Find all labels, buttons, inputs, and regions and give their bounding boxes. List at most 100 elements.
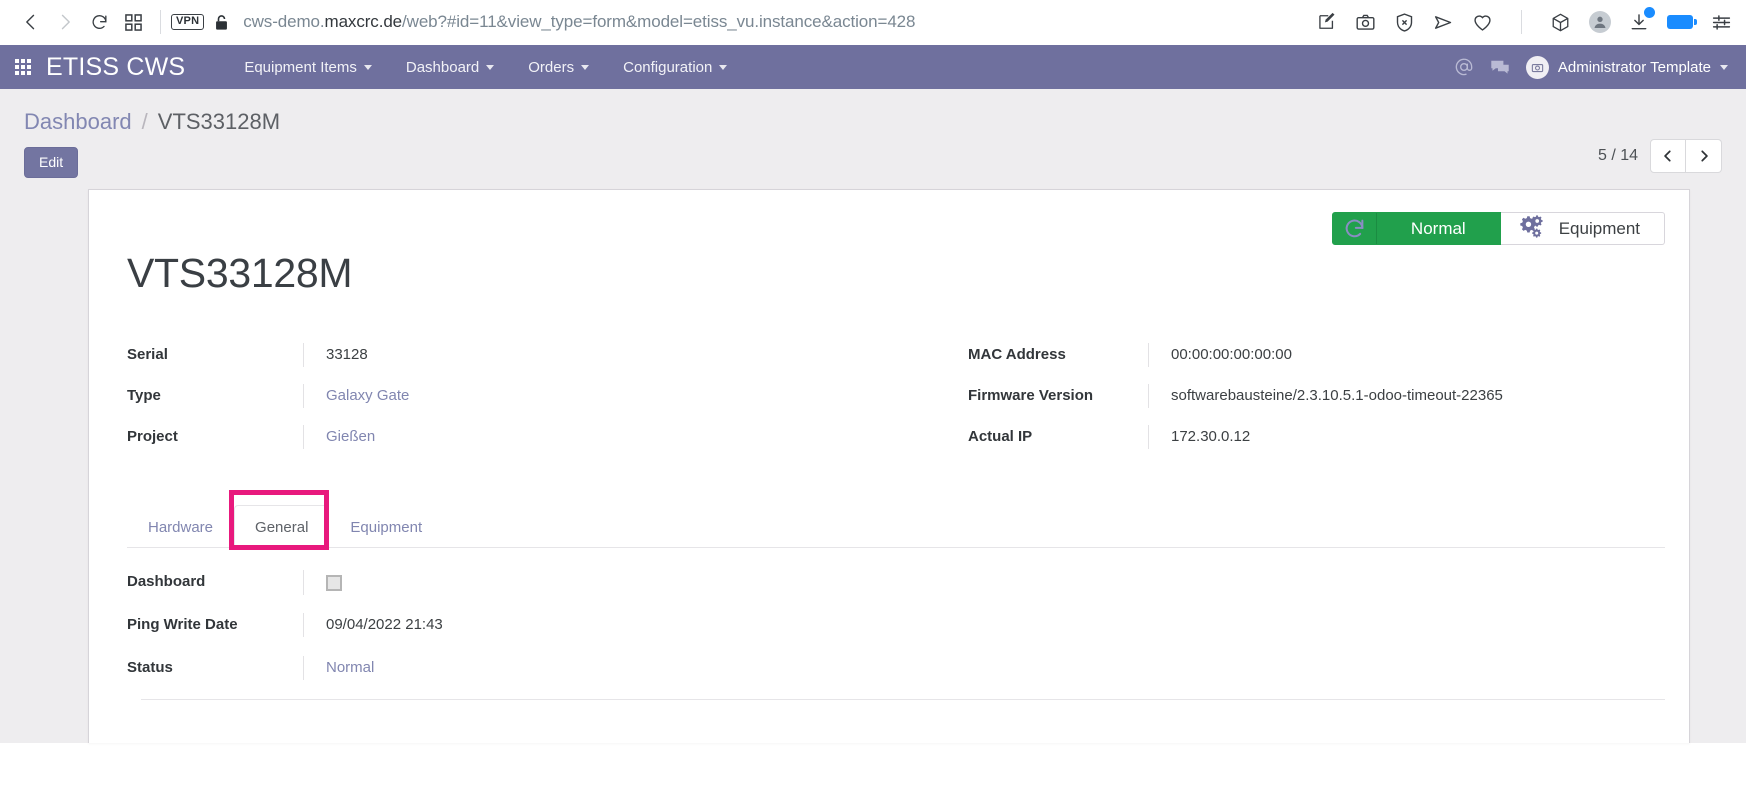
app-brand-title[interactable]: ETISS CWS — [46, 53, 185, 82]
field-label: Serial — [127, 346, 168, 363]
tab-grid-icon[interactable] — [116, 5, 150, 39]
vpn-badge[interactable]: VPN — [171, 14, 205, 30]
notebook-tabs: Hardware General Equipment — [127, 490, 1665, 550]
menu-label: Dashboard — [405, 58, 480, 76]
edit-pin-icon[interactable] — [1317, 12, 1337, 32]
panel-bottom-divider — [141, 699, 1665, 700]
form-sheet-area: Normal Equipment VTS33128M Serial 33128 … — [0, 189, 1746, 743]
record-title: VTS33128M — [127, 250, 353, 296]
field-row-status: Status Normal — [127, 656, 1665, 681]
menu-item-configuration[interactable]: Configuration — [606, 45, 744, 89]
menu-item-dashboard[interactable]: Dashboard — [389, 45, 511, 89]
menu-label: Configuration — [623, 58, 713, 76]
field-row-dashboard: Dashboard — [127, 570, 1665, 595]
download-icon[interactable] — [1629, 7, 1655, 32]
menu-label: Orders — [528, 58, 575, 76]
breadcrumb-separator: / — [141, 109, 148, 134]
pager-buttons — [1650, 139, 1722, 173]
field-label: Dashboard — [127, 573, 206, 590]
toolbar-divider — [160, 10, 161, 34]
back-arrow-icon[interactable] — [14, 5, 48, 39]
field-label: Type — [127, 387, 161, 404]
main-menu: Equipment Items Dashboard Orders Configu… — [227, 45, 744, 89]
stat-button-group: Normal Equipment — [1331, 212, 1665, 245]
package-cube-icon[interactable] — [1550, 12, 1571, 33]
lock-icon[interactable] — [214, 14, 229, 31]
browser-toolbar: VPN cws-demo.maxcrc.de/web?#id=11&view_t… — [0, 0, 1746, 45]
reload-icon[interactable] — [82, 5, 116, 39]
field-label: Actual IP — [968, 428, 1033, 445]
menu-label: Equipment Items — [244, 58, 357, 76]
settings-sliders-icon[interactable] — [1711, 12, 1732, 33]
field-row-firmware-version: Firmware Version softwarebausteine/2.3.1… — [968, 384, 1665, 409]
chevron-down-icon — [363, 64, 372, 70]
left-field-column: Serial 33128 Type Galaxy Gate Project Gi… — [127, 343, 896, 466]
url-prefix: cws-demo. — [243, 12, 325, 31]
field-value-serial: 33128 — [303, 343, 368, 367]
apps-grid-icon[interactable] — [0, 45, 46, 89]
field-value-type[interactable]: Galaxy Gate — [303, 384, 409, 408]
menu-item-orders[interactable]: Orders — [511, 45, 606, 89]
tab-hardware[interactable]: Hardware — [127, 505, 234, 549]
icons-divider — [1521, 10, 1522, 34]
record-form-sheet: Normal Equipment VTS33128M Serial 33128 … — [88, 189, 1690, 743]
status-button[interactable]: Normal — [1331, 212, 1501, 245]
url-domain: maxcrc.de — [324, 12, 403, 31]
tab-equipment[interactable]: Equipment — [329, 505, 443, 549]
action-row: Edit — [24, 147, 1722, 178]
breadcrumb-root[interactable]: Dashboard — [24, 109, 132, 135]
pager-count: 5 / 14 — [1597, 147, 1638, 164]
edit-button[interactable]: Edit — [24, 147, 79, 178]
equipment-button-label: Equipment — [1558, 218, 1640, 238]
battery-icon[interactable] — [1667, 15, 1697, 29]
record-field-groups: Serial 33128 Type Galaxy Gate Project Gi… — [127, 343, 1665, 466]
field-row-actual-ip: Actual IP 172.30.0.12 — [968, 425, 1665, 450]
chat-bubbles-icon[interactable] — [1482, 45, 1518, 89]
favorite-heart-icon[interactable] — [1472, 12, 1493, 33]
right-field-column: MAC Address 00:00:00:00:00:00 Firmware V… — [896, 343, 1665, 466]
field-value-firmware-version: softwarebausteine/2.3.10.5.1-odoo-timeou… — [1148, 384, 1503, 408]
field-label: Status — [127, 659, 173, 676]
chevron-right-icon[interactable] — [1686, 139, 1722, 173]
chevron-down-icon — [581, 64, 590, 70]
refresh-circular-icon[interactable] — [1333, 213, 1377, 244]
field-row-type: Type Galaxy Gate — [127, 384, 896, 409]
download-badge-dot — [1644, 7, 1655, 18]
breadcrumb: Dashboard / VTS33128M — [24, 89, 1722, 135]
field-value-status[interactable]: Normal — [303, 656, 374, 680]
browser-action-icons — [1317, 7, 1732, 34]
tab-list: Hardware General Equipment — [127, 492, 1665, 549]
field-value-dashboard — [303, 570, 342, 595]
field-label: Project — [127, 428, 178, 445]
equipment-button[interactable]: Equipment — [1500, 212, 1665, 245]
menu-item-equipment-items[interactable]: Equipment Items — [227, 45, 389, 89]
field-label: Ping Write Date — [127, 616, 238, 633]
field-value-actual-ip: 172.30.0.12 — [1148, 425, 1250, 449]
chevron-down-icon — [1720, 64, 1728, 70]
field-label: MAC Address — [968, 346, 1066, 363]
dashboard-checkbox[interactable] — [326, 575, 342, 591]
field-row-serial: Serial 33128 — [127, 343, 896, 368]
field-value-mac-address: 00:00:00:00:00:00 — [1148, 343, 1292, 367]
field-row-ping-write-date: Ping Write Date 09/04/2022 21:43 — [127, 613, 1665, 638]
at-mention-icon[interactable] — [1446, 45, 1482, 89]
field-row-project: Project Gießen — [127, 425, 896, 450]
screenshot-camera-icon[interactable] — [1355, 12, 1376, 33]
user-menu[interactable]: Administrator Template — [1518, 55, 1732, 79]
forward-arrow-icon[interactable] — [48, 5, 82, 39]
block-shield-icon[interactable] — [1394, 12, 1415, 33]
page-header-band: Dashboard / VTS33128M Edit 5 / 14 — [0, 89, 1746, 189]
general-tab-panel: Dashboard Ping Write Date 09/04/2022 21:… — [127, 570, 1665, 700]
appbar-right-group: Administrator Template — [1446, 45, 1732, 89]
tab-general[interactable]: General — [234, 505, 330, 549]
field-value-project[interactable]: Gießen — [303, 425, 375, 449]
address-bar[interactable]: cws-demo.maxcrc.de/web?#id=11&view_type=… — [243, 12, 915, 32]
field-row-mac-address: MAC Address 00:00:00:00:00:00 — [968, 343, 1665, 368]
field-value-ping-write-date: 09/04/2022 21:43 — [303, 613, 443, 637]
app-top-bar: ETISS CWS Equipment Items Dashboard Orde… — [0, 45, 1746, 89]
chevron-left-icon[interactable] — [1650, 139, 1686, 173]
send-paper-plane-icon[interactable] — [1433, 12, 1454, 33]
chevron-down-icon — [486, 64, 495, 70]
user-name: Administrator Template — [1557, 58, 1711, 76]
profile-avatar-icon[interactable] — [1589, 11, 1611, 33]
